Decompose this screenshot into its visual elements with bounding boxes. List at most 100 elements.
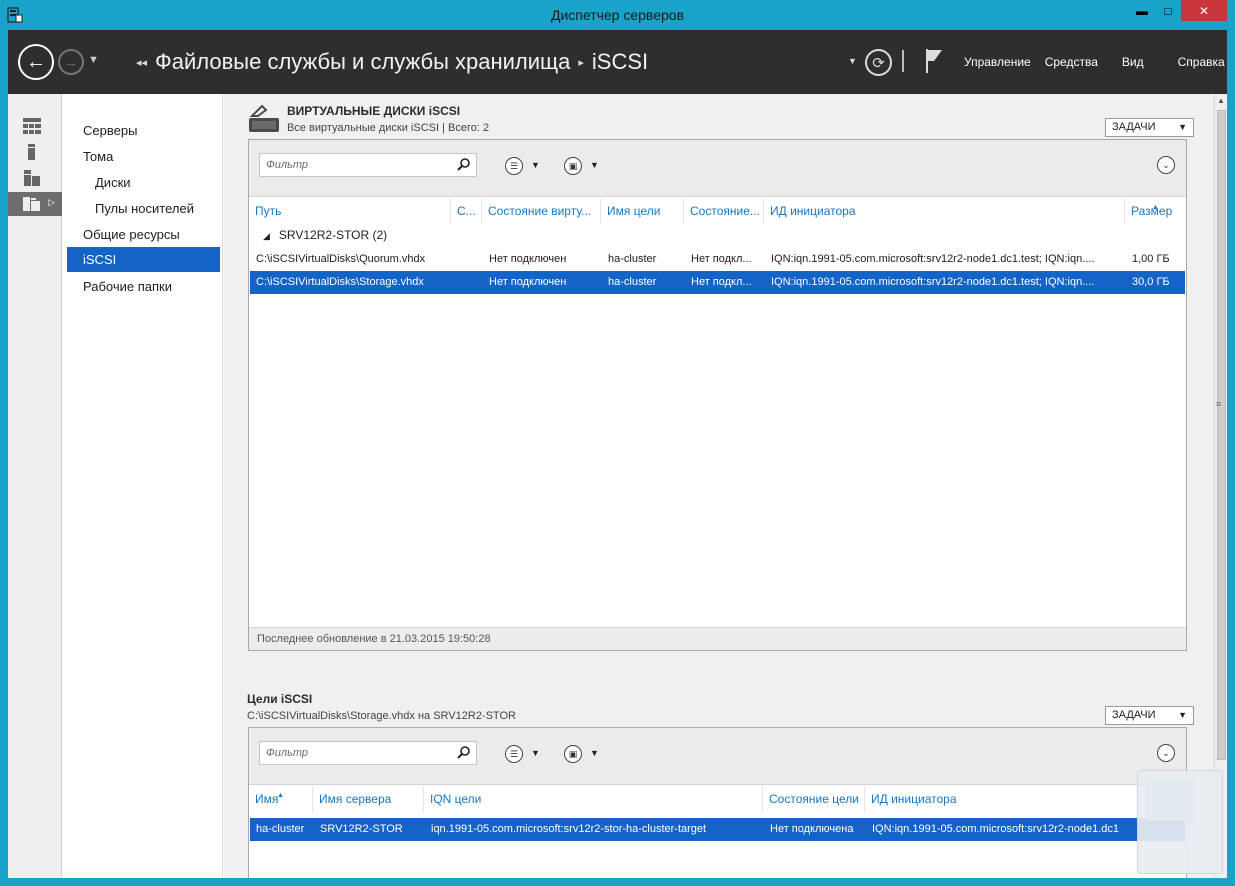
nav-item-shares[interactable]: Общие ресурсы <box>67 222 220 247</box>
cell-size: 1,00 ГБ <box>1132 253 1170 265</box>
expand-panel-button[interactable]: ⌄ <box>1157 156 1175 174</box>
window-titlebar: Диспетчер серверов ▬ □ ✕ <box>0 0 1235 30</box>
maximize-button[interactable]: □ <box>1155 0 1181 21</box>
table-row[interactable]: C:\iSCSIVirtualDisks\Quorum.vhdx Нет под… <box>250 248 1185 271</box>
virtual-disks-tasks-dropdown[interactable]: ЗАДАЧИ ▼ <box>1105 118 1194 137</box>
nav-item-work-folders[interactable]: Рабочие папки <box>67 274 220 299</box>
scrollbar-thumb[interactable] <box>1217 110 1226 760</box>
virtual-disks-panel: Фильтр ☰ ▼ ▣ ▼ ⌄ Путь С... Состояние вир… <box>248 139 1187 651</box>
close-button[interactable]: ✕ <box>1181 0 1227 21</box>
list-options-button[interactable]: ☰ <box>505 157 523 175</box>
cell-name: ha-cluster <box>256 823 305 835</box>
file-storage-services-icon <box>23 197 40 211</box>
column-virtual-disk-state[interactable]: Состояние вирту... <box>482 198 601 224</box>
filter-placeholder: Фильтр <box>266 747 309 759</box>
iscsi-targets-title: Цели iSCSI <box>247 692 313 706</box>
forward-icon: → <box>64 54 78 70</box>
expand-panel-button[interactable]: ⌄ <box>1157 744 1175 762</box>
cell-server-name: SRV12R2-STOR <box>320 823 403 835</box>
breadcrumb-back-chevron-icon[interactable]: ◂◂ <box>136 56 147 69</box>
nav-item-servers[interactable]: Серверы <box>67 118 220 143</box>
cell-target-name: ha-cluster <box>608 253 657 265</box>
menu-view[interactable]: Вид <box>1122 55 1144 69</box>
navigation-panel: Серверы Тома Диски Пулы носителей Общие … <box>63 94 223 878</box>
search-icon <box>457 158 470 171</box>
column-server-name[interactable]: Имя сервера <box>313 786 424 812</box>
save-query-button[interactable]: ▣ <box>564 745 582 763</box>
save-query-button[interactable]: ▣ <box>564 157 582 175</box>
table-row-selected[interactable]: C:\iSCSIVirtualDisks\Storage.vhdx Нет по… <box>250 271 1185 294</box>
table-row-selected[interactable]: ha-cluster SRV12R2-STOR iqn.1991-05.com.… <box>250 818 1185 841</box>
blurred-overlay-card <box>1137 770 1223 874</box>
cell-virtual-disk-state: Нет подключен <box>489 276 567 288</box>
save-query-dropdown-icon[interactable]: ▼ <box>590 748 599 758</box>
column-size[interactable]: ▲ Размер <box>1125 198 1186 224</box>
nav-item-storage-pools[interactable]: Пулы носителей <box>67 196 220 221</box>
nav-item-iscsi[interactable]: iSCSI <box>67 247 220 272</box>
history-dropdown-icon[interactable]: ▼ <box>88 54 99 66</box>
list-options-button[interactable]: ☰ <box>505 745 523 763</box>
strip-item-dashboard[interactable] <box>8 114 62 138</box>
cell-initiator-id: IQN:iqn.1991-05.com.microsoft:srv12r2-no… <box>771 253 1095 265</box>
chevron-down-circle-icon: ⌄ <box>1162 159 1170 170</box>
cell-path: C:\iSCSIVirtualDisks\Storage.vhdx <box>256 276 424 288</box>
menu-manage[interactable]: Управление <box>964 55 1031 69</box>
nav-item-volumes[interactable]: Тома <box>67 144 220 169</box>
refresh-button[interactable]: ⟳ <box>865 49 892 76</box>
scroll-up-arrow-icon[interactable]: ▲ <box>1215 94 1227 108</box>
column-path[interactable]: Путь <box>249 198 451 224</box>
column-name[interactable]: ▲ Имя <box>249 786 313 812</box>
expand-arrow-icon: ▷ <box>48 197 55 207</box>
column-initiator-id[interactable]: ИД инициатора <box>764 198 1125 224</box>
cell-target-iqn: iqn.1991-05.com.microsoft:srv12r2-stor-h… <box>431 823 707 835</box>
cell-target-state: Нет подкл... <box>691 253 752 265</box>
header-dropdown-icon[interactable]: ▼ <box>848 56 857 66</box>
iscsi-targets-tasks-dropdown[interactable]: ЗАДАЧИ ▼ <box>1105 706 1194 725</box>
refresh-icon: ⟳ <box>872 54 885 72</box>
filter-placeholder: Фильтр <box>266 159 309 171</box>
list-icon: ☰ <box>509 748 519 759</box>
save-query-dropdown-icon[interactable]: ▼ <box>590 160 599 170</box>
cell-path: C:\iSCSIVirtualDisks\Quorum.vhdx <box>256 253 426 265</box>
iscsi-targets-column-headers: ▲ Имя Имя сервера IQN цели Состояние цел… <box>249 786 1186 812</box>
iscsi-targets-filter-input[interactable]: Фильтр <box>259 741 477 765</box>
vertical-scrollbar[interactable]: ▲ ≡ <box>1214 94 1227 878</box>
cell-target-state: Нет подключена <box>770 823 854 835</box>
forward-button[interactable]: → <box>58 49 84 75</box>
back-button[interactable]: ← <box>18 44 54 80</box>
chevron-down-icon: ▼ <box>1178 122 1187 132</box>
virtual-disk-icon <box>249 104 279 132</box>
strip-item-local-server[interactable] <box>8 140 62 164</box>
blurred-thumbnail <box>1146 779 1194 821</box>
group-label: SRV12R2-STOR (2) <box>278 228 388 242</box>
dashboard-icon <box>23 118 41 134</box>
content-area: ВИРТУАЛЬНЫЕ ДИСКИ iSCSI Все виртуальные … <box>224 94 1214 878</box>
cell-size: 30,0 ГБ <box>1132 276 1170 288</box>
column-target-iqn[interactable]: IQN цели <box>424 786 763 812</box>
cell-target-state: Нет подкл... <box>691 276 752 288</box>
list-options-dropdown-icon[interactable]: ▼ <box>531 160 540 170</box>
strip-item-file-storage-services[interactable]: ▷ <box>8 192 62 216</box>
strip-item-all-servers[interactable] <box>8 166 62 190</box>
minimize-button[interactable]: ▬ <box>1129 0 1155 21</box>
chevron-down-icon: ▼ <box>1178 710 1187 720</box>
notifications-flag-icon[interactable] <box>924 48 944 74</box>
breadcrumb-item-file-services[interactable]: Файловые службы и службы хранилища <box>155 49 570 75</box>
server-group-header[interactable]: ◢ SRV12R2-STOR (2) <box>263 228 387 242</box>
cell-target-name: ha-cluster <box>608 276 657 288</box>
column-target-state[interactable]: Состояние цели <box>763 786 865 812</box>
breadcrumb-item-iscsi: iSCSI <box>591 49 649 74</box>
column-target-state[interactable]: Состояние... <box>684 198 764 224</box>
menu-help[interactable]: Справка <box>1178 55 1225 69</box>
virtual-disks-filter-input[interactable]: Фильтр <box>259 153 477 177</box>
breadcrumb: ◂◂ Файловые службы и службы хранилища ▸ … <box>136 49 648 75</box>
nav-item-disks[interactable]: Диски <box>67 170 220 195</box>
menu-tools[interactable]: Средства <box>1045 55 1098 69</box>
column-status[interactable]: С... <box>451 198 482 224</box>
column-target-name[interactable]: Имя цели <box>601 198 684 224</box>
sort-ascending-icon: ▲ <box>277 792 284 799</box>
list-options-dropdown-icon[interactable]: ▼ <box>531 748 540 758</box>
sort-ascending-icon: ▲ <box>1152 204 1159 211</box>
chevron-down-circle-icon: ⌄ <box>1162 747 1170 758</box>
tasks-label: ЗАДАЧИ <box>1112 709 1156 721</box>
